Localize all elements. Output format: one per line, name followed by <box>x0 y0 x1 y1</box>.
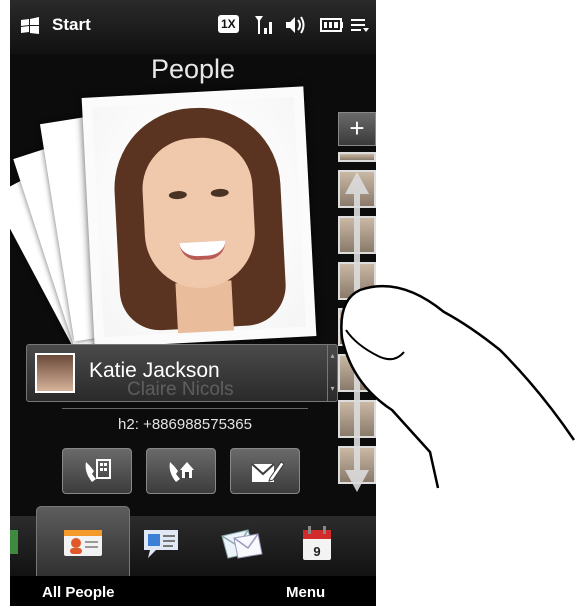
start-button[interactable]: Start <box>52 15 91 35</box>
call-home-button[interactable] <box>146 448 216 494</box>
battery-icon[interactable] <box>320 17 344 33</box>
partial-tab-icon[interactable] <box>10 530 18 554</box>
call-work-button[interactable] <box>62 448 132 494</box>
page-title: People <box>150 54 236 84</box>
divider <box>62 408 308 409</box>
contact-portrait <box>92 96 306 338</box>
call-home-icon <box>169 462 194 482</box>
compose-message-button[interactable] <box>230 448 300 494</box>
avatar <box>35 353 75 393</box>
network-badge: 1X <box>218 15 239 33</box>
scroll-arrow-icon <box>345 172 369 492</box>
scroll-updown-icon[interactable]: ▴ ▾ <box>327 345 337 401</box>
messaging-icon[interactable] <box>140 526 182 560</box>
email-icon[interactable] <box>218 526 264 560</box>
call-work-icon <box>85 459 111 482</box>
status-bar: Start 1X <box>10 0 376 54</box>
calendar-icon[interactable]: 9 <box>300 524 334 562</box>
softkey-menu[interactable]: Menu <box>286 584 325 601</box>
volume-icon[interactable] <box>284 14 306 36</box>
contact-name-bar[interactable]: Claire Nicols Katie Jackson ▴ ▾ <box>26 344 338 402</box>
menu-icon[interactable] <box>350 17 370 35</box>
softkey-all-people[interactable]: All People <box>42 584 115 601</box>
phone-screen: Start 1X People + Claire Nicols Katie Ja… <box>10 0 376 606</box>
thumbnail[interactable] <box>338 152 376 162</box>
signal-icon[interactable] <box>254 14 274 36</box>
contact-name: Katie Jackson <box>89 359 220 382</box>
people-card-icon <box>64 530 102 556</box>
compose-message-icon <box>251 461 284 482</box>
calendar-day: 9 <box>313 544 320 559</box>
contact-phone[interactable]: h2: +886988575365 <box>10 416 360 433</box>
add-contact-button[interactable]: + <box>338 112 376 146</box>
windows-logo-icon[interactable] <box>20 16 40 36</box>
contact-photo[interactable] <box>81 86 317 348</box>
